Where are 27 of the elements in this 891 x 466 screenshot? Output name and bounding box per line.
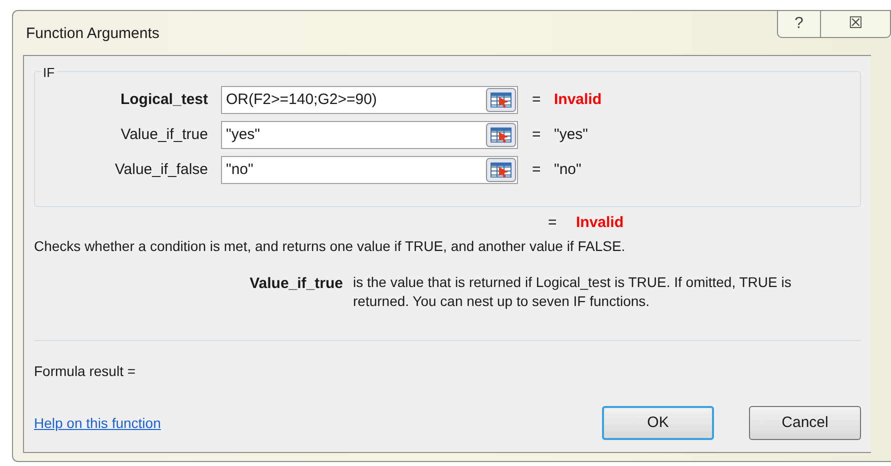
- result-value: Invalid: [576, 212, 624, 233]
- formula-result-label: Formula result =: [34, 362, 137, 381]
- equals-sign: =: [532, 124, 542, 145]
- equals-sign: =: [532, 160, 542, 180]
- function-description: Checks whether a condition is met, and returns one value if TRUE, and another value if FALSE.: [34, 237, 626, 256]
- dialog-button[interactable]: OK: [602, 406, 714, 440]
- result-value: "no": [554, 160, 582, 180]
- collapse-dialog-icon[interactable]: [486, 88, 516, 112]
- argument-name: Value_if_true: [248, 274, 344, 294]
- argument-label: Value_if_false: [114, 160, 209, 180]
- argument-label: Logical_test: [119, 90, 209, 110]
- argument-field[interactable]: OR(F2>=140;G2>=90): [221, 86, 518, 114]
- collapse-dialog-icon[interactable]: [486, 158, 516, 182]
- window-title: Function Arguments: [26, 24, 160, 44]
- dialog-button[interactable]: Cancel: [749, 406, 861, 440]
- argument-field[interactable]: "yes": [221, 121, 518, 149]
- argument-description: is the value that is returned if Logical_test is TRUE. If omitted, TRUE is returned. You can nest up to seven IF functions.: [353, 273, 792, 311]
- result-value: Invalid: [554, 90, 602, 110]
- help-link[interactable]: Help on this function: [34, 412, 161, 434]
- argument-label: Value_if_true: [120, 124, 209, 145]
- equals-sign: =: [548, 212, 558, 233]
- result-value: "yes": [554, 124, 588, 145]
- equals-sign: =: [532, 90, 542, 110]
- close-button[interactable]: ☒: [821, 10, 891, 38]
- collapse-dialog-icon[interactable]: [486, 123, 516, 147]
- argument-field[interactable]: "no": [221, 156, 518, 184]
- help-button[interactable]: ?: [777, 10, 821, 38]
